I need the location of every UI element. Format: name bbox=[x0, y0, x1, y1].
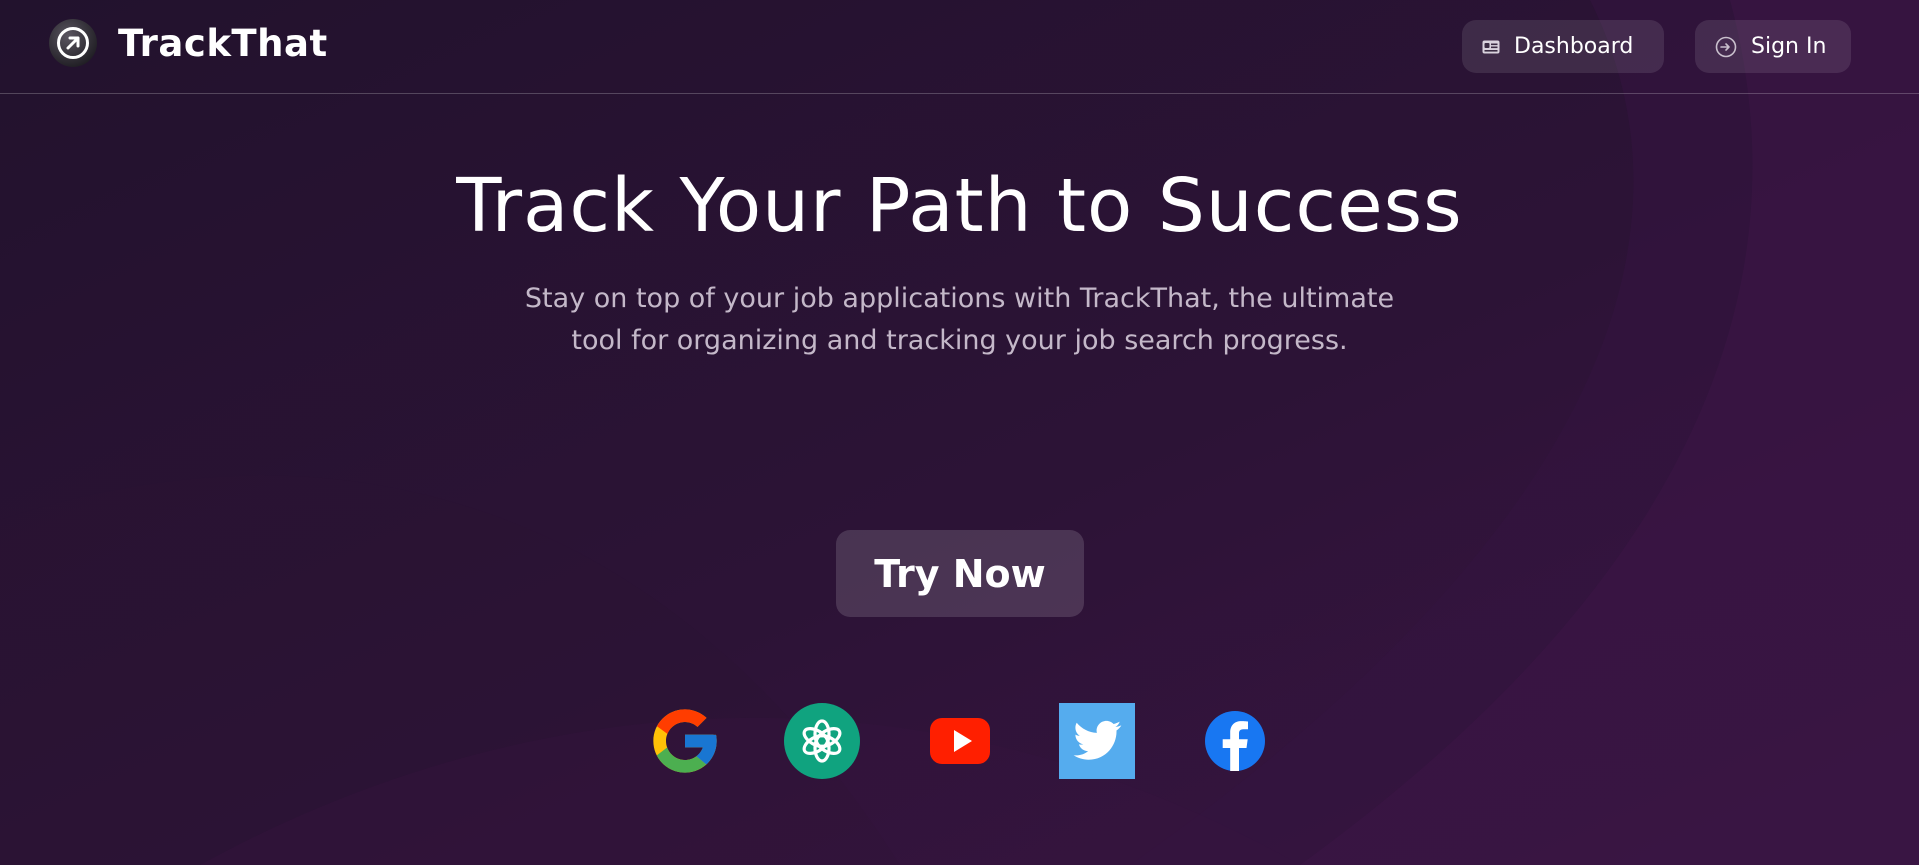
dashboard-label: Dashboard bbox=[1514, 34, 1634, 59]
sign-in-label: Sign In bbox=[1751, 34, 1827, 59]
sign-in-button[interactable]: Sign In bbox=[1695, 20, 1851, 73]
id-card-icon bbox=[1482, 40, 1500, 53]
top-navbar: TrackThat Dashboard Sign In bbox=[0, 0, 1919, 94]
brand[interactable]: TrackThat bbox=[48, 18, 328, 68]
dashboard-button[interactable]: Dashboard bbox=[1462, 20, 1664, 73]
twitter-icon bbox=[1059, 703, 1135, 779]
openai-icon bbox=[784, 703, 860, 779]
arrow-up-right-circle-icon bbox=[49, 19, 97, 67]
google-icon bbox=[647, 703, 723, 779]
facebook-icon bbox=[1197, 703, 1273, 779]
sign-in-icon bbox=[1715, 36, 1737, 57]
youtube-icon bbox=[922, 703, 998, 779]
try-now-button[interactable]: Try Now bbox=[836, 530, 1084, 617]
hero-subtitle: Stay on top of your job applications wit… bbox=[524, 283, 1395, 356]
partner-logos bbox=[0, 703, 1919, 779]
hero-title: Track Your Path to Success bbox=[456, 163, 1463, 249]
brand-name: TrackThat bbox=[118, 21, 328, 65]
